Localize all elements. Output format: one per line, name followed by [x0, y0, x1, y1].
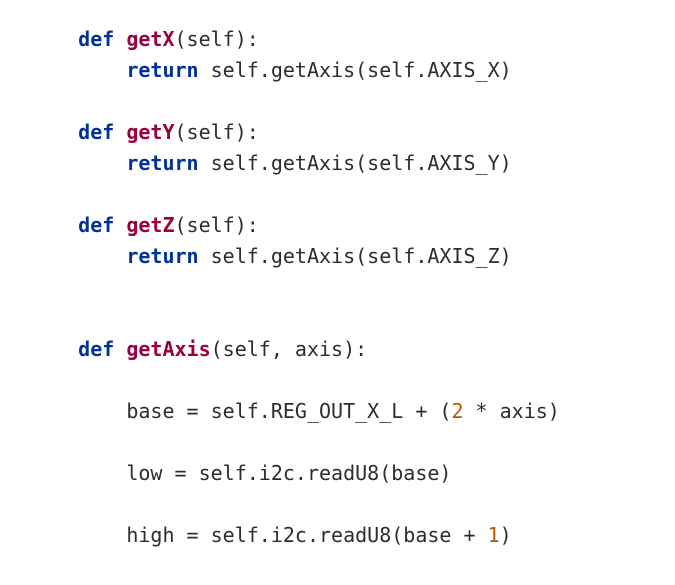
number-literal: 2 [451, 399, 463, 423]
line: base = self.REG_OUT_X_L + (2 * axis) [30, 399, 560, 423]
line: return self.getAxis(self.AXIS_X) [30, 58, 512, 82]
fn-name-getX: getX [126, 27, 174, 51]
keyword-return: return [126, 58, 198, 82]
keyword-def: def [78, 337, 114, 361]
line: return self.getAxis(self.AXIS_Z) [30, 244, 512, 268]
keyword-def: def [78, 213, 114, 237]
keyword-return: return [126, 151, 198, 175]
keyword-def: def [78, 27, 114, 51]
line: high = self.i2c.readU8(base + 1) [30, 523, 512, 547]
keyword-def: def [78, 120, 114, 144]
keyword-return: return [126, 244, 198, 268]
line: def getZ(self): [30, 213, 259, 237]
fn-name-getAxis: getAxis [126, 337, 210, 361]
number-literal: 1 [488, 523, 500, 547]
line: def getAxis(self, axis): [30, 337, 367, 361]
fn-name-getZ: getZ [126, 213, 174, 237]
line: def getX(self): [30, 27, 259, 51]
line: low = self.i2c.readU8(base) [30, 461, 451, 485]
line: def getY(self): [30, 120, 259, 144]
line: return self.getAxis(self.AXIS_Y) [30, 151, 512, 175]
fn-name-getY: getY [126, 120, 174, 144]
code-block: def getX(self): return self.getAxis(self… [0, 0, 675, 575]
